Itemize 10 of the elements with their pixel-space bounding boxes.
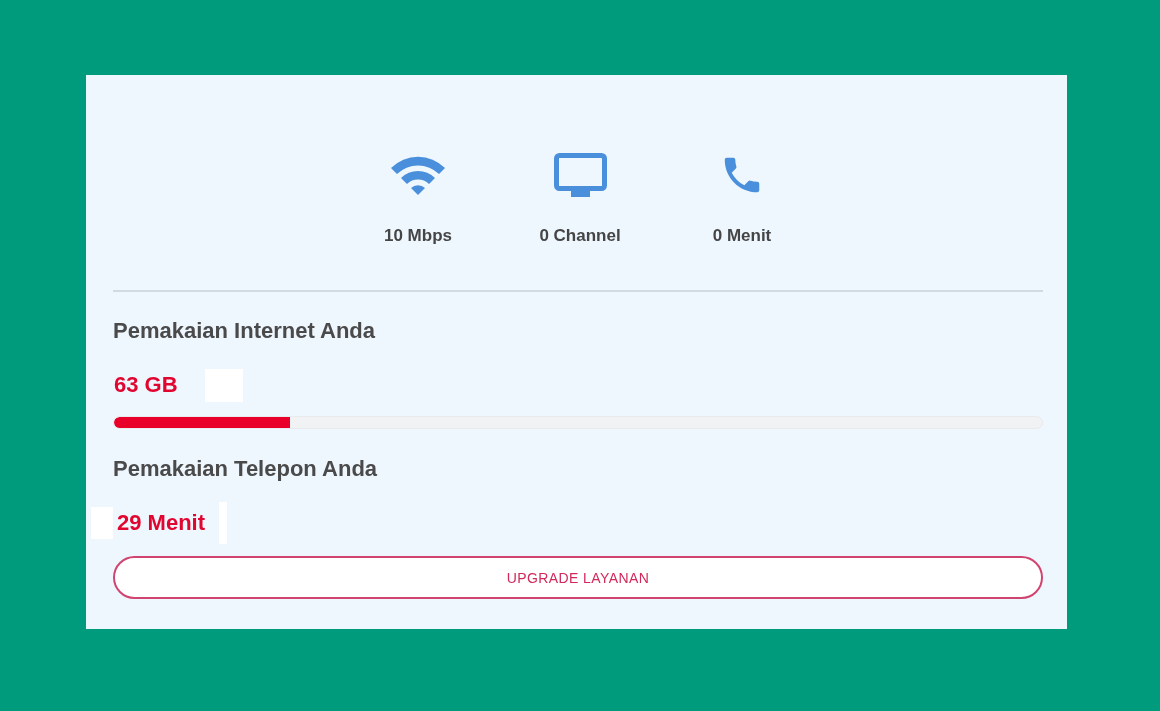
stat-label: 0 Menit [712, 226, 772, 246]
monitor-icon [553, 153, 607, 197]
upgrade-button[interactable]: UPGRADE LAYANAN [113, 556, 1043, 599]
usage-value: 63 GB [114, 372, 178, 398]
stat-label: 10 Mbps [384, 226, 452, 246]
section-heading: Pemakaian Internet Anda [113, 318, 376, 344]
wifi-icon [389, 154, 447, 196]
usage-value: 29 Menit [117, 510, 206, 536]
section-heading: Pemakaian Telepon Anda [113, 456, 378, 482]
stat-label: 0 Channel [539, 226, 621, 246]
